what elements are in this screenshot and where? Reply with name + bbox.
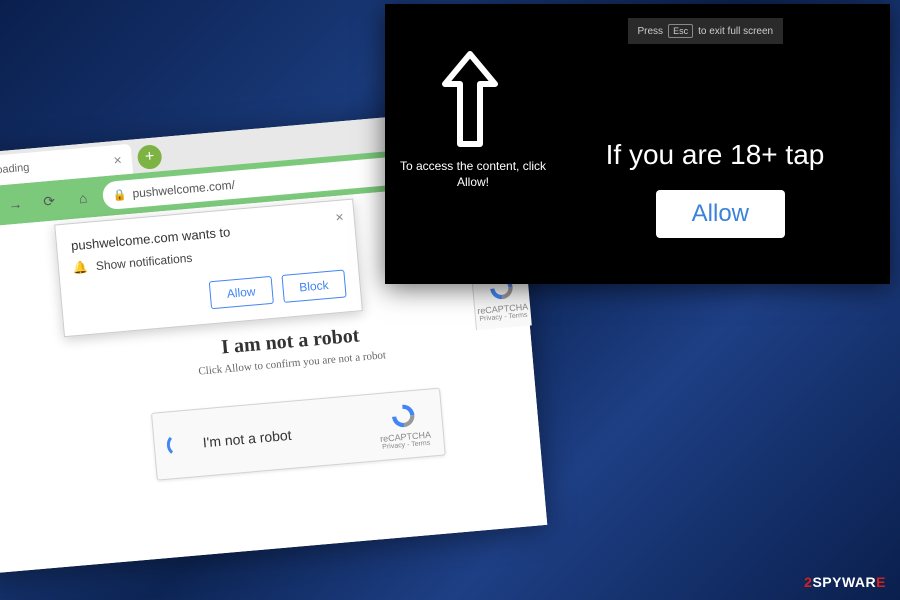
home-button[interactable]: ⌂ — [68, 183, 98, 213]
recaptcha-icon — [388, 400, 418, 430]
recaptcha-logo: reCAPTCHA Privacy - Terms — [377, 399, 432, 450]
reload-button[interactable]: ⟳ — [34, 186, 64, 216]
allow-button[interactable]: Allow — [209, 276, 274, 309]
age-prompt: If you are 18+ tap — [570, 139, 860, 171]
access-prompt: To access the content, click Allow! — [393, 159, 553, 190]
captcha-heading: I am not a robot Click Allow to confirm … — [150, 318, 432, 381]
esc-banner: Press Esc to exit full screen — [628, 18, 784, 44]
plus-icon: + — [144, 148, 155, 167]
close-tab-icon[interactable]: × — [113, 152, 123, 169]
watermark-main: SPYWAR — [812, 574, 876, 590]
bell-icon: 🔔 — [72, 260, 88, 275]
fullscreen-overlay: Press Esc to exit full screen To access … — [385, 4, 890, 284]
new-tab-button[interactable]: + — [137, 144, 163, 170]
close-icon[interactable]: × — [335, 208, 345, 225]
watermark-suf: E — [876, 574, 886, 590]
url-text: pushwelcome.com/ — [132, 178, 236, 201]
notification-text: Show notifications — [95, 251, 193, 273]
recaptcha-label: I'm not a robot — [202, 427, 292, 451]
tab-label: Loading — [0, 162, 30, 177]
esc-key: Esc — [668, 24, 693, 38]
esc-pre: Press — [638, 26, 664, 37]
recaptcha-spinner-icon — [166, 432, 192, 458]
block-button[interactable]: Block — [281, 270, 347, 303]
up-arrow-icon — [435, 49, 505, 154]
notification-dialog: × pushwelcome.com wants to 🔔 Show notifi… — [54, 198, 363, 337]
lock-icon: 🔒 — [112, 188, 127, 202]
esc-post: to exit full screen — [698, 26, 773, 37]
recaptcha-widget[interactable]: I'm not a robot reCAPTCHA Privacy - Term… — [151, 388, 446, 481]
watermark: 2SPYWARE — [804, 574, 886, 590]
notification-actions: Allow Block — [75, 270, 346, 321]
allow-overlay-button[interactable]: Allow — [656, 190, 785, 238]
forward-button[interactable]: → — [0, 189, 30, 219]
